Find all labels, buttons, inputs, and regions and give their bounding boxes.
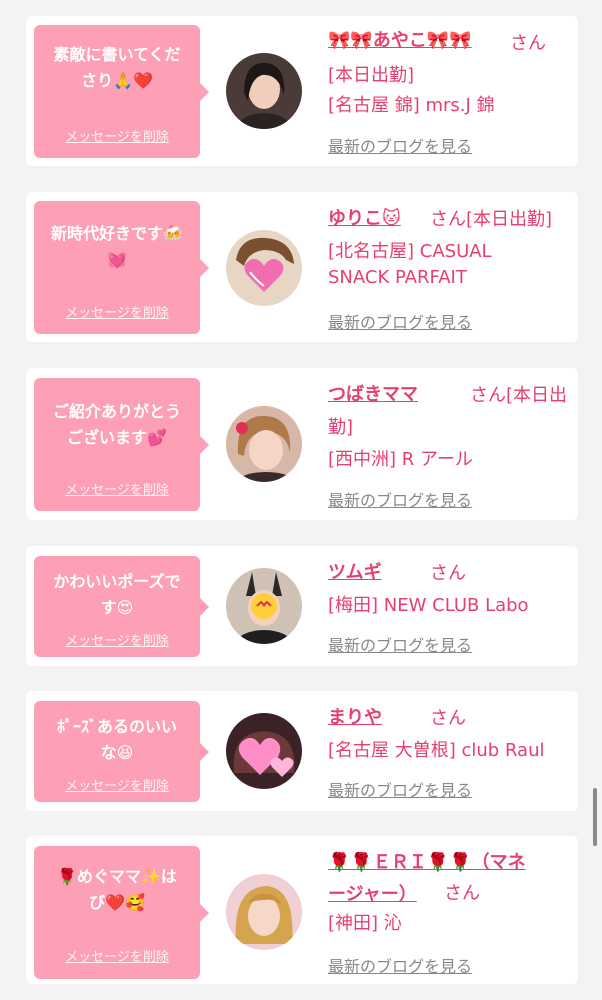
message-text: かわいいポーズで す😍 <box>40 569 194 621</box>
cast-name-link[interactable]: まりや <box>328 703 382 729</box>
cast-name-link[interactable]: ゆりこ🐱 <box>328 204 401 230</box>
latest-blog-link[interactable]: 最新のブログを見る <box>328 133 472 157</box>
message-text: 素敵に書いてくだ さり🙏❤️ <box>40 42 194 94</box>
message-bubble: 素敵に書いてくだ さり🙏❤️ メッセージを削除 <box>34 25 209 158</box>
honorific: さん <box>430 708 466 729</box>
message-text: ご紹介ありがとう ございます💕 <box>40 399 194 451</box>
shop-info: [梅田] NEW CLUB Labo <box>328 595 529 616</box>
message-line: 新時代好きです🍻 <box>51 224 183 243</box>
work-status: 勤] <box>328 417 354 438</box>
message-bubble: ご紹介ありがとう ございます💕 メッセージを削除 <box>34 378 209 511</box>
cast-name-link[interactable]: 🎀🎀あやこ🎀🎀 <box>328 26 472 52</box>
message-bubble: 🌹めぐママ✨は び❤️🥰 メッセージを削除 <box>34 846 209 979</box>
shop-info: [西中洲] R アール <box>328 449 473 470</box>
message-line: ご紹介ありがとう <box>52 402 181 421</box>
cast-name-link[interactable]: 🌹🌹ＥＲＩ🌹🌹（マネ ージャー） <box>328 848 526 906</box>
latest-blog-link[interactable]: 最新のブログを見る <box>328 309 472 333</box>
cast-name-line[interactable]: ージャー） <box>328 880 526 906</box>
message-line: ﾎﾟｰｽﾞあるのいい <box>56 717 177 736</box>
shop-info: [神田] 沁 <box>328 913 402 934</box>
avatar[interactable] <box>226 406 302 482</box>
message-line: かわいいポーズで <box>53 572 181 591</box>
honorific: さん <box>444 883 480 904</box>
cast-name-link[interactable]: つばきママ <box>328 380 418 406</box>
latest-blog-link[interactable]: 最新のブログを見る <box>328 953 472 977</box>
avatar[interactable] <box>226 568 302 644</box>
message-card: ご紹介ありがとう ございます💕 メッセージを削除 つばきママ さん[本日出 勤]… <box>26 368 578 520</box>
delete-message-link[interactable]: メッセージを削除 <box>34 775 200 794</box>
message-card: ﾎﾟｰｽﾞあるのいい な😆 メッセージを削除 まりや さん [名古屋 大曽根] … <box>26 691 578 811</box>
message-card: かわいいポーズで す😍 メッセージを削除 ツムギ さん [梅田] NEW CLU… <box>26 546 578 666</box>
delete-message-link[interactable]: メッセージを削除 <box>34 946 200 965</box>
message-line: 💓 <box>107 250 127 269</box>
work-status: [本日出勤] <box>328 65 415 86</box>
message-text: ﾎﾟｰｽﾞあるのいい な😆 <box>40 714 194 766</box>
message-line: す😍 <box>100 598 134 617</box>
message-line: 素敵に書いてくだ <box>53 45 181 64</box>
honorific: さん[本日出勤] <box>430 209 553 230</box>
delete-message-link[interactable]: メッセージを削除 <box>34 302 200 321</box>
message-bubble: 新時代好きです🍻 💓 メッセージを削除 <box>34 201 209 334</box>
message-line: さり🙏❤️ <box>81 71 153 90</box>
message-line: な😆 <box>100 743 134 762</box>
latest-blog-link[interactable]: 最新のブログを見る <box>328 632 472 656</box>
avatar[interactable] <box>226 874 302 950</box>
message-text: 🌹めぐママ✨は び❤️🥰 <box>40 864 194 916</box>
honorific: さん <box>430 563 466 584</box>
delete-message-link[interactable]: メッセージを削除 <box>34 126 200 145</box>
scrollbar[interactable] <box>593 788 597 846</box>
message-text: 新時代好きです🍻 💓 <box>40 221 194 273</box>
avatar[interactable] <box>226 230 302 306</box>
shop-info: SNACK PARFAIT <box>328 267 467 288</box>
cast-name-link[interactable]: ツムギ <box>328 558 382 584</box>
shop-info: [名古屋 錦] mrs.J 錦 <box>328 95 495 116</box>
avatar[interactable] <box>226 53 302 129</box>
avatar[interactable] <box>226 713 302 789</box>
latest-blog-link[interactable]: 最新のブログを見る <box>328 777 472 801</box>
message-bubble: かわいいポーズで す😍 メッセージを削除 <box>34 556 209 657</box>
message-line: 🌹めぐママ✨は <box>57 867 177 886</box>
honorific: さん[本日出 <box>470 385 568 406</box>
delete-message-link[interactable]: メッセージを削除 <box>34 630 200 649</box>
honorific: さん <box>510 33 546 54</box>
message-card: 🌹めぐママ✨は び❤️🥰 メッセージを削除 🌹🌹ＥＲＩ🌹🌹（マネ ージャー） さ… <box>26 836 578 984</box>
delete-message-link[interactable]: メッセージを削除 <box>34 479 200 498</box>
cast-name-line[interactable]: 🌹🌹ＥＲＩ🌹🌹（マネ <box>328 848 526 874</box>
latest-blog-link[interactable]: 最新のブログを見る <box>328 487 472 511</box>
shop-info: [北名古屋] CASUAL <box>328 241 492 262</box>
message-card: 素敵に書いてくだ さり🙏❤️ メッセージを削除 🎀🎀あやこ🎀🎀 さん [本日出勤… <box>26 16 578 166</box>
message-line: び❤️🥰 <box>89 893 145 912</box>
message-line: ございます💕 <box>67 428 167 447</box>
shop-info: [名古屋 大曽根] club Raul <box>328 740 545 761</box>
message-card: 新時代好きです🍻 💓 メッセージを削除 ゆりこ🐱 さん[本日出勤] [北名古屋]… <box>26 192 578 342</box>
message-bubble: ﾎﾟｰｽﾞあるのいい な😆 メッセージを削除 <box>34 701 209 802</box>
